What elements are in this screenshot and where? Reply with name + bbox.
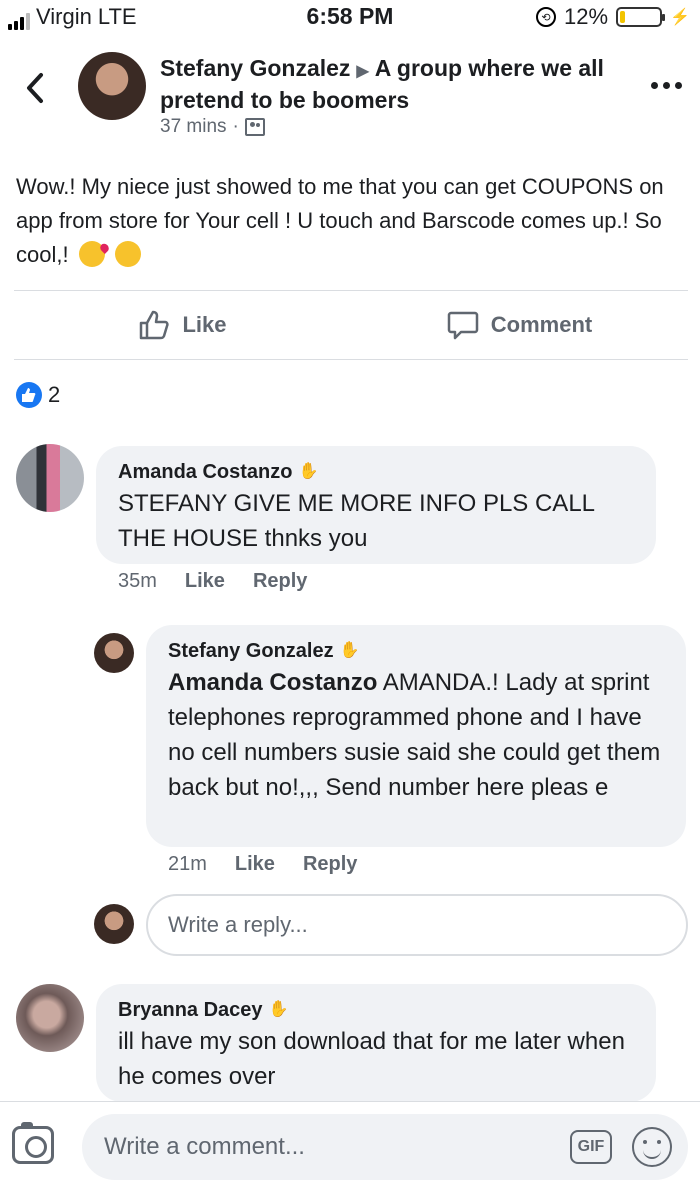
meta-separator: · xyxy=(232,116,239,137)
waving-hand-icon[interactable]: ✋ xyxy=(298,458,318,486)
comment-author: Bryanna Dacey ✋ xyxy=(118,996,634,1024)
comment-time[interactable]: 21m xyxy=(168,853,207,876)
comment-time[interactable]: 35m xyxy=(118,570,157,593)
status-bar: Virgin LTE 6:58 PM ⟲ 12% ⚡ xyxy=(0,0,700,34)
comment-author: Stefany Gonzalez ✋ xyxy=(168,637,664,665)
reply-bubble: Stefany Gonzalez ✋ Amanda Costanzo AMAND… xyxy=(146,625,686,847)
comment-button[interactable]: Comment xyxy=(351,291,688,359)
triangle-right-icon: ▶ xyxy=(356,63,369,80)
like-label: Like xyxy=(182,312,227,337)
waving-hand-icon[interactable]: ✋ xyxy=(269,996,289,1024)
comment-text: ill have my son download that for me lat… xyxy=(118,1028,625,1090)
comment-like-button[interactable]: Like xyxy=(235,853,275,876)
current-user-avatar xyxy=(94,904,134,944)
post-time[interactable]: 37 mins xyxy=(160,116,227,138)
comment-meta: 35m Like Reply xyxy=(118,570,307,593)
comment-author-name[interactable]: Bryanna Dacey xyxy=(118,996,263,1024)
chevron-left-icon xyxy=(27,73,43,103)
comment-text: STEFANY GIVE ME MORE INFO PLS CALL THE H… xyxy=(118,490,595,552)
kissing-face-heart-emoji xyxy=(78,241,105,267)
avatar[interactable] xyxy=(16,444,84,512)
smiley-icon[interactable] xyxy=(632,1127,672,1167)
post-text: Wow.! My niece just showed to me that yo… xyxy=(16,170,676,272)
reaction-summary[interactable]: 2 xyxy=(16,382,60,408)
author-avatar[interactable] xyxy=(78,52,146,120)
author-name[interactable]: Stefany Gonzalez xyxy=(160,55,350,81)
back-button[interactable] xyxy=(22,70,48,106)
comment-placeholder: Write a comment... xyxy=(104,1133,305,1160)
post-header: Stefany Gonzalez ▶ A group where we all pr… xyxy=(0,44,700,144)
post-meta: 37 mins · xyxy=(160,116,265,138)
comment-author-name[interactable]: Amanda Costanzo xyxy=(118,458,292,486)
battery-percent: 12% xyxy=(564,4,609,29)
charging-icon: ⚡ xyxy=(670,9,690,26)
battery-icon xyxy=(616,7,666,27)
reply-input[interactable]: Write a reply... xyxy=(146,894,688,956)
gif-button[interactable]: GIF xyxy=(570,1130,612,1164)
mention-link[interactable]: Amanda Costanzo xyxy=(168,669,377,696)
reply-placeholder: Write a reply... xyxy=(168,912,308,937)
group-icon xyxy=(244,118,265,136)
reaction-count: 2 xyxy=(48,382,61,407)
comment-author: Amanda Costanzo ✋ xyxy=(118,458,634,486)
comment-text: Amanda Costanzo AMANDA.! Lady at sprint … xyxy=(168,665,664,805)
comment-bubble: Bryanna Dacey ✋ ill have my son download… xyxy=(96,984,656,1102)
thumbs-up-icon xyxy=(140,310,170,340)
rolling-laughing-emoji xyxy=(114,241,141,267)
comment-like-button[interactable]: Like xyxy=(185,570,225,593)
camera-icon[interactable] xyxy=(12,1122,54,1164)
comment-composer: Write a comment... GIF xyxy=(0,1101,700,1189)
comment-label: Comment xyxy=(490,312,593,337)
comment-bubble: Amanda Costanzo ✋ STEFANY GIVE ME MORE I… xyxy=(96,446,656,564)
status-right: ⟲ 12% ⚡ xyxy=(536,4,690,30)
avatar[interactable] xyxy=(16,984,84,1052)
comment-reply-button[interactable]: Reply xyxy=(303,853,357,876)
post-body-text: Wow.! My niece just showed to me that yo… xyxy=(16,174,664,267)
waving-hand-icon[interactable]: ✋ xyxy=(340,637,360,665)
orientation-lock-icon: ⟲ xyxy=(536,7,557,27)
like-icon xyxy=(16,382,42,408)
avatar[interactable] xyxy=(94,633,134,673)
comment-author-name[interactable]: Stefany Gonzalez xyxy=(168,637,334,665)
post-title: Stefany Gonzalez ▶ A group where we all pr… xyxy=(160,54,630,114)
more-options-button[interactable] xyxy=(651,82,682,89)
comment-meta: 21m Like Reply xyxy=(168,853,357,876)
action-bar: Like Comment xyxy=(14,290,688,360)
comment-reply-button[interactable]: Reply xyxy=(253,570,307,593)
comment-icon xyxy=(447,311,479,340)
like-button[interactable]: Like xyxy=(14,291,351,359)
